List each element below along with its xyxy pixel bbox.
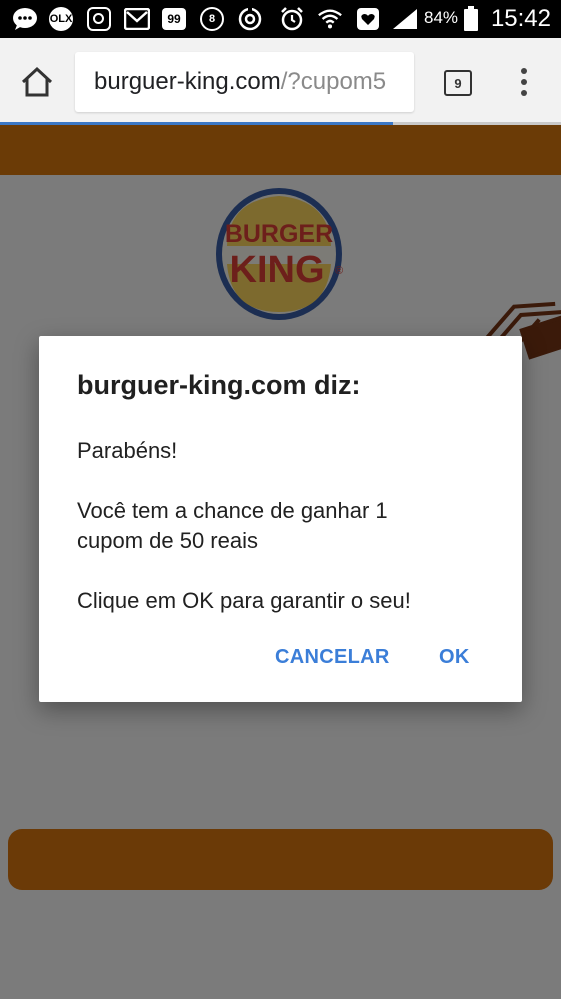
dialog-message-line: cupom de 50 reais — [77, 528, 258, 553]
battery-icon — [462, 6, 480, 32]
page-cta-button[interactable] — [8, 829, 553, 890]
svg-text:®: ® — [335, 265, 343, 277]
dialog-message-line: Parabéns! — [77, 438, 178, 463]
sync-icon — [237, 6, 263, 32]
dialog-title: burguer-king.com diz: — [77, 370, 361, 400]
svg-text:BURGER: BURGER — [225, 220, 333, 248]
clock: 15:42 — [490, 5, 551, 32]
alert-dialog: burguer-king.com diz: Parabéns! Você tem… — [39, 336, 522, 702]
status-bar: OLX 99 8 84% 15:42 — [0, 0, 561, 38]
cancel-button[interactable]: CANCELAR — [275, 646, 390, 669]
signal-icon — [390, 6, 420, 32]
url-host: burguer-king.com — [94, 68, 281, 95]
99-icon: 99 — [161, 6, 187, 32]
battery-percent: 84% — [424, 8, 459, 27]
olx-icon: OLX — [48, 6, 74, 32]
alarm-icon — [279, 6, 305, 32]
tab-switcher-button[interactable]: 9 — [444, 70, 472, 96]
url-path: /?cupom5 — [280, 68, 387, 95]
instagram-icon — [86, 6, 112, 32]
ok-button[interactable]: OK — [439, 646, 470, 669]
dialog-message-line: Você tem a chance de ganhar 1 — [77, 498, 388, 523]
chat-bubble-icon — [12, 6, 38, 32]
address-bar[interactable]: burguer-king.com/?cupom5 — [75, 52, 414, 112]
home-icon[interactable] — [18, 64, 56, 100]
dialog-message-line: Clique em OK para garantir o seu! — [77, 588, 411, 613]
gmail-icon — [124, 6, 150, 32]
heart-icon — [355, 6, 381, 32]
page-header-bar — [0, 125, 561, 175]
8ball-icon: 8 — [199, 6, 225, 32]
svg-text:KING: KING — [230, 249, 325, 291]
wifi-icon — [317, 6, 343, 32]
burger-king-logo: BURGER KING ® — [213, 186, 345, 322]
overflow-menu-icon[interactable] — [516, 68, 532, 98]
browser-toolbar: burguer-king.com/?cupom5 9 — [0, 38, 561, 124]
